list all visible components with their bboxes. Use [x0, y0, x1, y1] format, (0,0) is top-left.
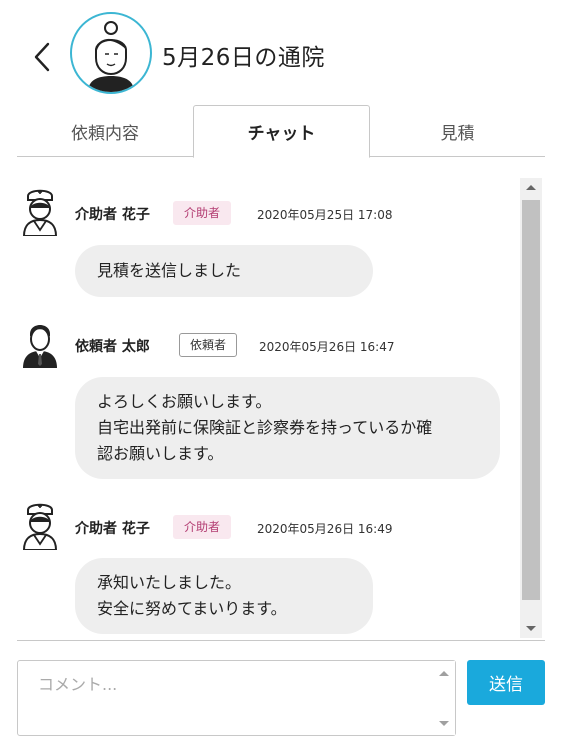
scrollbar-thumb[interactable]	[522, 200, 540, 600]
chat-message: 介助者 花子 介助者 2020年05月25日 17:08	[17, 186, 517, 237]
chat-message-list[interactable]: 介助者 花子 介助者 2020年05月25日 17:08 見積を送信しました 依…	[17, 178, 545, 638]
role-badge: 依頼者	[179, 333, 238, 357]
message-line: 認お願いします。	[97, 444, 224, 463]
message-timestamp: 2020年05月26日 16:49	[257, 522, 393, 536]
message-line: 自宅出発前に保険証と診察券を持っているか確	[97, 418, 433, 437]
chat-message: 依頼者 太郎 依頼者 2020年05月26日 16:47	[17, 318, 517, 368]
tab-estimate[interactable]: 見積	[370, 105, 545, 157]
tab-chat[interactable]: チャット	[193, 105, 370, 158]
comment-input[interactable]	[18, 661, 433, 735]
chat-scrollbar[interactable]	[520, 178, 542, 638]
message-bubble: 承知いたしました。 安全に努めてまいります。	[75, 558, 373, 634]
nurse-avatar-icon	[22, 189, 58, 237]
header-avatar	[70, 12, 152, 94]
nurse-avatar-icon	[22, 503, 58, 551]
message-line: 承知いたしました。	[97, 573, 242, 592]
tab-request-details[interactable]: 依頼内容	[17, 105, 193, 157]
message-line: 見積を送信しました	[97, 261, 242, 280]
message-timestamp: 2020年05月25日 17:08	[257, 208, 393, 222]
message-timestamp: 2020年05月26日 16:47	[259, 340, 395, 354]
sender-avatar	[19, 318, 61, 368]
elderly-woman-avatar-icon	[88, 21, 134, 92]
back-button[interactable]	[30, 40, 56, 74]
divider	[17, 640, 545, 641]
send-button[interactable]: 送信	[467, 660, 545, 705]
man-avatar-icon	[23, 325, 57, 368]
message-line: 安全に努めてまいります。	[97, 599, 287, 618]
arrow-down-icon	[526, 626, 536, 631]
arrow-down-icon[interactable]	[439, 721, 449, 726]
scroll-down-button[interactable]	[520, 618, 542, 638]
role-badge: 介助者	[173, 515, 232, 539]
sender-avatar	[19, 186, 61, 237]
scroll-up-button[interactable]	[520, 178, 542, 198]
chat-message: 介助者 花子 介助者 2020年05月26日 16:49	[17, 500, 517, 551]
sender-name: 介助者 花子	[75, 521, 150, 537]
role-badge: 介助者	[173, 201, 232, 225]
chevron-left-icon	[34, 42, 50, 72]
sender-avatar	[19, 500, 61, 551]
comment-box	[17, 660, 456, 736]
arrow-up-icon[interactable]	[439, 671, 449, 676]
sender-name: 依頼者 太郎	[75, 339, 150, 355]
arrow-up-icon	[526, 185, 536, 190]
page-title: 5月26日の通院	[162, 45, 325, 71]
message-bubble: よろしくお願いします。 自宅出発前に保険証と診察券を持っているか確 認お願いしま…	[75, 377, 500, 479]
comment-scrollbar[interactable]	[433, 661, 455, 735]
header: 5月26日の通院	[0, 0, 575, 105]
tab-bar: 依頼内容 チャット 見積	[17, 105, 545, 158]
sender-name: 介助者 花子	[75, 207, 150, 223]
message-bubble: 見積を送信しました	[75, 245, 373, 297]
message-line: よろしくお願いします。	[97, 392, 272, 411]
